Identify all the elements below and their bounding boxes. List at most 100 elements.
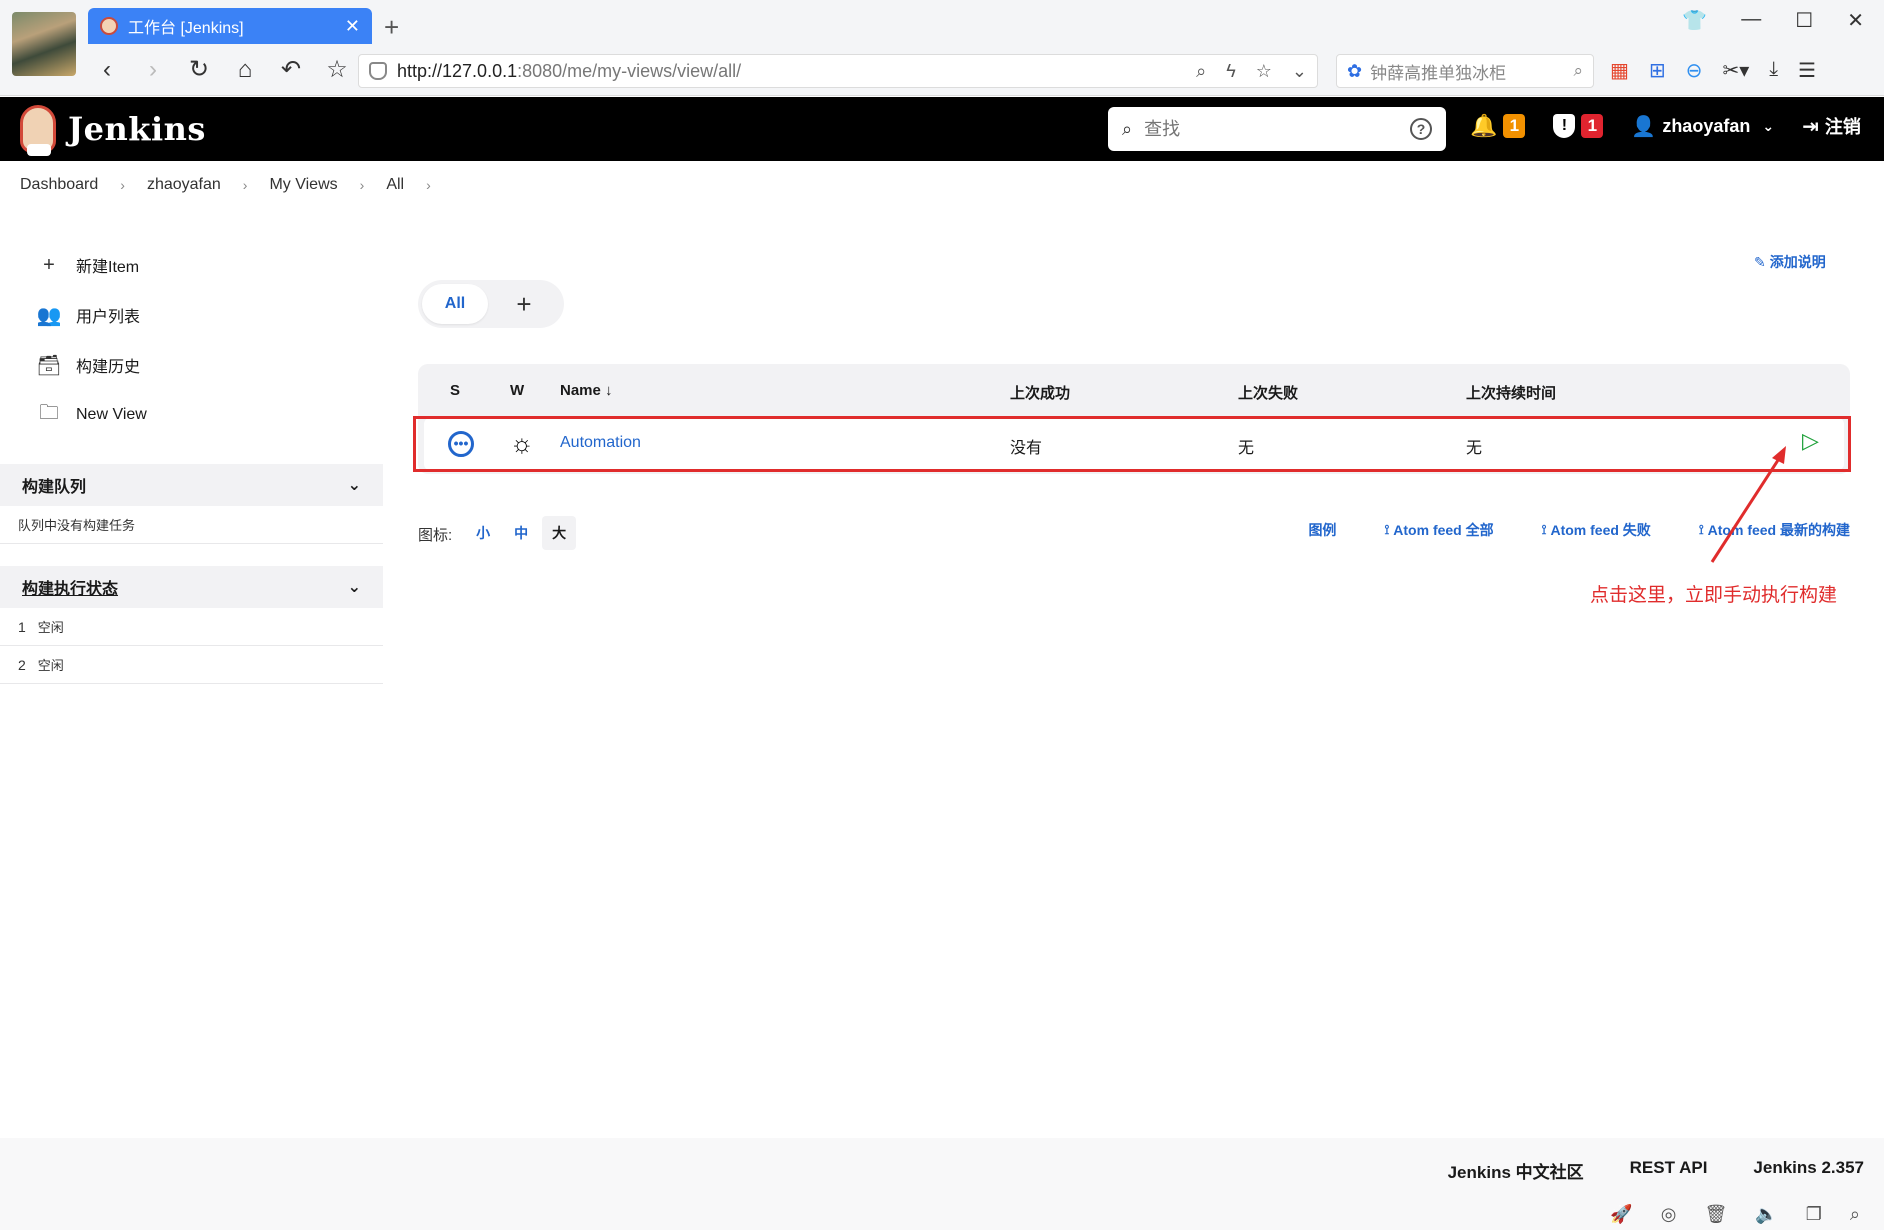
lightning-icon[interactable]: ϟ <box>1226 61 1236 82</box>
favorite-icon[interactable]: ☆ <box>1256 61 1272 82</box>
footer-community-link[interactable]: Jenkins 中文社区 <box>1448 1158 1584 1183</box>
forward-icon[interactable]: › <box>142 56 164 84</box>
icon-size-large[interactable]: 大 <box>542 516 577 550</box>
profile-avatar[interactable] <box>12 12 76 76</box>
search-icon[interactable]: ⌕ <box>1573 61 1583 81</box>
skin-icon[interactable]: 👕 <box>1682 8 1707 33</box>
tasks-list: + 新建Item 👥 用户列表 🗃 构建历史 🗀 New View <box>0 240 383 440</box>
volume-icon[interactable]: 🔈 <box>1755 1204 1777 1225</box>
tab-close-icon[interactable]: ✕ <box>345 16 360 37</box>
task-label: 用户列表 <box>76 309 141 326</box>
task-people[interactable]: 👥 用户列表 <box>36 290 383 340</box>
header-weather[interactable]: W <box>510 382 524 399</box>
executors-pane: 构建执行状态 ⌄ 1 空闲 2 空闲 <box>0 566 383 684</box>
zoom-search-icon[interactable]: ⌕ <box>1850 1204 1860 1225</box>
task-label: 新建Item <box>76 259 140 276</box>
add-description-label: 添加说明 <box>1769 254 1826 270</box>
download-icon[interactable]: ⤓ <box>1769 58 1778 83</box>
icon-size-medium[interactable]: 中 <box>504 516 538 550</box>
browser-search-placeholder: 钟薛高推单独冰柜 <box>1370 63 1507 83</box>
executor-row: 2 空闲 <box>0 646 383 684</box>
scissors-icon[interactable]: ✂▾ <box>1722 58 1749 83</box>
undo-icon[interactable]: ↶ <box>280 56 302 84</box>
tab-all[interactable]: All <box>422 284 488 324</box>
menu-icon[interactable]: ☰ <box>1798 58 1816 83</box>
speed-icon[interactable]: ◎ <box>1661 1204 1677 1225</box>
reload-icon[interactable]: ↻ <box>188 56 210 84</box>
annotation-highlight-box <box>413 416 1851 472</box>
translate-icon[interactable]: ⊖ <box>1686 58 1703 83</box>
jenkins-header: Jenkins ⌕ ? 🔔 1 ! 1 👤 zhaoyafan ⌄ ⇥ 注销 <box>0 97 1884 161</box>
task-new-item[interactable]: + 新建Item <box>36 240 383 290</box>
logout-button[interactable]: ⇥ 注销 <box>1802 113 1861 139</box>
chevron-down-icon[interactable]: ⌄ <box>348 577 361 597</box>
header-last-success[interactable]: 上次成功 <box>1010 382 1070 403</box>
help-icon[interactable]: ? <box>1410 118 1432 140</box>
atom-feed-all[interactable]: ⟟ Atom feed 全部 <box>1384 520 1493 540</box>
notifications-button[interactable]: 🔔 1 <box>1470 113 1526 139</box>
breadcrumb-chevron-icon[interactable]: › <box>120 177 125 193</box>
icon-size-small[interactable]: 小 <box>466 516 500 550</box>
table-footer-tools: 图标: 小 中 大 图例 ⟟ Atom feed 全部 ⟟ Atom feed 失败… <box>418 516 1850 550</box>
rss-icon: ⟟ <box>1384 522 1390 537</box>
minimize-icon[interactable]: — <box>1741 8 1761 33</box>
site-info-icon[interactable] <box>369 62 387 80</box>
users-icon: 👥 <box>36 304 62 327</box>
address-bar[interactable]: http://127.0.0.1:8080/me/my-views/view/a… <box>358 54 1318 88</box>
trash-icon[interactable]: 🗑 <box>1704 1204 1727 1225</box>
zoom-icon[interactable]: ⌕ <box>1196 61 1206 82</box>
executors-header[interactable]: 构建执行状态 ⌄ <box>0 566 383 608</box>
url-text[interactable]: http://127.0.0.1:8080/me/my-views/view/a… <box>397 61 1196 82</box>
add-description-link[interactable]: ✎ 添加说明 <box>1754 252 1826 272</box>
footer-rest-api-link[interactable]: REST API <box>1630 1158 1708 1183</box>
breadcrumb-chevron-icon[interactable]: › <box>243 177 248 193</box>
windows-app-icon[interactable]: ▦ <box>1610 58 1629 83</box>
task-build-history[interactable]: 🗃 构建历史 <box>36 340 383 390</box>
chevron-down-icon[interactable]: ⌄ <box>1292 61 1307 82</box>
back-icon[interactable]: ‹ <box>96 56 118 84</box>
chevron-down-icon[interactable]: ⌄ <box>348 475 361 495</box>
breadcrumb-chevron-icon[interactable]: › <box>426 177 431 193</box>
header-last-duration[interactable]: 上次持续时间 <box>1466 382 1556 403</box>
header-last-failure[interactable]: 上次失败 <box>1238 382 1298 403</box>
new-tab-button[interactable]: + <box>384 12 399 43</box>
icon-size-label: 图标: <box>418 526 453 544</box>
build-queue-header[interactable]: 构建队列 ⌄ <box>0 464 383 506</box>
user-menu[interactable]: 👤 zhaoyafan ⌄ <box>1631 114 1774 139</box>
bookmark-star-icon[interactable]: ☆ <box>326 56 348 84</box>
search-input[interactable] <box>1144 118 1410 140</box>
executor-row: 1 空闲 <box>0 608 383 646</box>
breadcrumb-dashboard[interactable]: Dashboard <box>20 174 98 196</box>
logo-text: Jenkins <box>68 110 206 148</box>
qr-code-icon[interactable]: ⊞ <box>1649 58 1666 83</box>
breadcrumb-my-views[interactable]: My Views <box>269 174 337 196</box>
view-tabs: All + <box>418 280 564 328</box>
logout-icon: ⇥ <box>1802 115 1819 138</box>
table-header: S W Name ↓ 上次成功 上次失败 上次持续时间 <box>418 364 1850 416</box>
maximize-icon[interactable]: ☐ <box>1795 8 1813 33</box>
header-name[interactable]: Name ↓ <box>560 382 613 399</box>
close-window-icon[interactable]: ✕ <box>1847 8 1864 33</box>
breadcrumb-chevron-icon[interactable]: › <box>360 177 365 193</box>
breadcrumb: Dashboard › zhaoyafan › My Views › All › <box>20 174 453 196</box>
rocket-icon[interactable]: 🚀 <box>1610 1204 1632 1225</box>
atom-feed-failed[interactable]: ⟟ Atom feed 失败 <box>1542 520 1651 540</box>
jenkins-favicon-icon <box>100 17 118 35</box>
browser-search-box[interactable]: ✿ 钟薛高推单独冰柜 ⌕ <box>1336 54 1594 88</box>
annotation-text: 点击这里，立即手动执行构建 <box>1590 585 1838 606</box>
executors-title[interactable]: 构建执行状态 <box>22 575 118 599</box>
nav-buttons: ‹ › ↻ ⌂ ↶ ☆ <box>96 56 348 84</box>
logout-label: 注销 <box>1824 117 1861 137</box>
breadcrumb-all[interactable]: All <box>386 174 404 196</box>
task-new-view[interactable]: 🗀 New View <box>36 390 383 440</box>
security-button[interactable]: ! 1 <box>1553 114 1604 138</box>
browser-tab-active[interactable]: 工作台 [Jenkins] ✕ <box>88 8 372 44</box>
home-icon[interactable]: ⌂ <box>234 56 256 84</box>
header-status[interactable]: S <box>450 382 460 399</box>
footer-version-link[interactable]: Jenkins 2.357 <box>1753 1158 1864 1183</box>
legend-link[interactable]: 图例 <box>1308 520 1336 540</box>
window-icon[interactable]: ❐ <box>1806 1204 1822 1225</box>
add-view-button[interactable]: + <box>488 284 560 324</box>
jenkins-logo-link[interactable]: Jenkins <box>20 105 206 156</box>
breadcrumb-user[interactable]: zhaoyafan <box>147 174 221 196</box>
